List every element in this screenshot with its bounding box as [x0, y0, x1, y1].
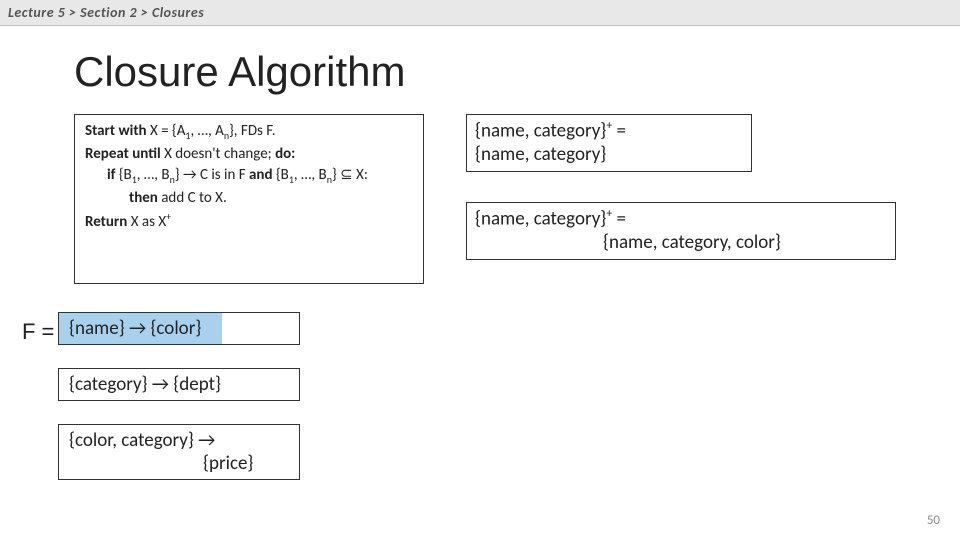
- algo-l5-then: then: [129, 189, 158, 207]
- f-equals-label: F =: [22, 319, 54, 345]
- algo-l3-m1: {B: [115, 166, 131, 184]
- fd-2-text: {category} → {dept}: [69, 373, 221, 396]
- closure2-set: {name, category}: [475, 207, 606, 230]
- algo-l4-post: } ⊆ X:: [332, 166, 368, 184]
- algo-line-2: Repeat until X doesn't change; do:: [85, 144, 413, 166]
- closure1-result: {name, category}: [475, 143, 606, 166]
- algo-l1-post: }, FDs F.: [229, 122, 276, 140]
- algo-l1-bold: Start with: [85, 122, 147, 140]
- algo-line-6: Return X as X+: [85, 210, 413, 234]
- closure2-result: {name, category, color}: [475, 231, 887, 255]
- algo-l3-arrow: } → C is in F: [175, 166, 249, 184]
- fd-box-3: {color, category} → {price}: [58, 424, 300, 480]
- fd-box-1: {name} → {color}: [58, 312, 300, 345]
- fd-3-rhs: {price}: [203, 452, 289, 475]
- algo-l1-math: X = {A: [147, 122, 186, 140]
- fd-1-text: {name} → {color}: [69, 317, 201, 340]
- content-area: Start with X = {A1, …, An}, FDs F. Repea…: [0, 114, 960, 494]
- closure1-set: {name, category}: [475, 119, 606, 142]
- algo-l2-bold: Repeat until: [85, 145, 161, 163]
- algo-l3-tail: {B: [273, 166, 289, 184]
- closure1-eq: =: [612, 119, 626, 142]
- algo-line-3: if {B1, …, Bn} → C is in F and {B1, …, B…: [85, 165, 413, 188]
- closure-step-2: {name, category}+ = {name, category, col…: [466, 202, 896, 260]
- closure-step-1: {name, category}+ = {name, category}: [466, 114, 752, 172]
- algo-l2-mid: X doesn't change;: [161, 145, 275, 163]
- page-number: 50: [927, 513, 940, 528]
- algo-l5-post: add C to X.: [158, 189, 227, 207]
- algo-l2-post: do:: [275, 145, 295, 163]
- algo-line-5: then add C to X.: [85, 188, 413, 210]
- breadcrumb: Lecture 5 > Section 2 > Closures: [0, 0, 960, 26]
- algo-line-1: Start with X = {A1, …, An}, FDs F.: [85, 121, 413, 144]
- algo-l4-pre: , …, B: [294, 166, 327, 184]
- algo-l6-post: X as X: [127, 213, 166, 231]
- fd-box-2: {category} → {dept}: [58, 368, 300, 401]
- algo-l3-and: and: [249, 166, 273, 184]
- algo-l6-return: Return: [85, 213, 127, 231]
- page-title: Closure Algorithm: [74, 48, 960, 96]
- closure2-eq: =: [612, 207, 626, 230]
- algo-l6-sup: +: [166, 210, 171, 223]
- algo-l1-mid: , …, A: [191, 122, 224, 140]
- fd-3-lhs: {color, category} →: [69, 429, 215, 452]
- algo-l3-mid: , …, B: [137, 166, 170, 184]
- algorithm-box: Start with X = {A1, …, An}, FDs F. Repea…: [74, 114, 424, 284]
